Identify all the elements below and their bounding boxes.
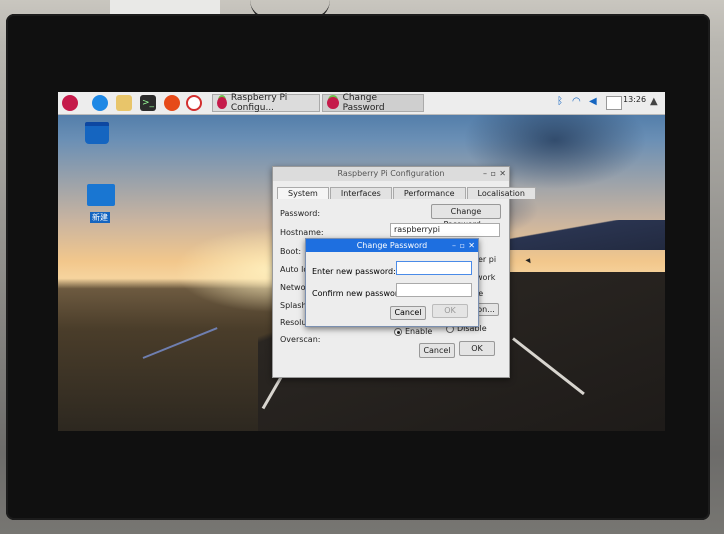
autologin-label: Auto lo bbox=[280, 265, 309, 274]
web-browser-icon[interactable] bbox=[92, 95, 108, 111]
overscan-label: Overscan: bbox=[280, 335, 321, 344]
folder-label[interactable]: 新建 bbox=[90, 212, 110, 223]
close-icon[interactable]: ✕ bbox=[499, 167, 506, 181]
new-password-label: Enter new password: bbox=[312, 267, 396, 276]
volume-icon[interactable]: ◀ bbox=[589, 96, 597, 107]
terminal-icon[interactable]: >_ bbox=[140, 95, 156, 111]
confirm-password-label: Confirm new password: bbox=[312, 289, 406, 298]
maximize-icon[interactable]: ▫ bbox=[491, 167, 496, 181]
minimize-icon[interactable]: – bbox=[483, 167, 487, 181]
hostname-field[interactable]: raspberrypi bbox=[390, 223, 500, 237]
dialog-title: Raspberry Pi Configuration bbox=[337, 169, 445, 178]
folder-icon[interactable] bbox=[87, 184, 115, 206]
confirm-password-input[interactable] bbox=[396, 283, 472, 297]
task-label: Change Password bbox=[342, 93, 385, 113]
tab-bar: System Interfaces Performance Localisati… bbox=[277, 187, 537, 199]
tab-interfaces[interactable]: Interfaces bbox=[329, 187, 392, 199]
taskbar: >_ Raspberry Pi Configu... Change Passwo… bbox=[58, 92, 665, 115]
raspberry-icon bbox=[327, 97, 339, 109]
splash-label: Splash bbox=[280, 301, 307, 310]
change-password-title: Change Password bbox=[356, 241, 428, 250]
change-password-button[interactable]: Change Password... bbox=[431, 204, 501, 229]
change-password-dialog: Change Password – ▫ ✕ Enter new password… bbox=[305, 238, 479, 327]
raspberry-menu-icon[interactable] bbox=[62, 95, 78, 111]
file-manager-icon[interactable] bbox=[116, 95, 132, 111]
trash-icon[interactable] bbox=[85, 122, 109, 144]
desktop-screen: >_ Raspberry Pi Configu... Change Passwo… bbox=[58, 92, 665, 431]
taskbar-task-configuration[interactable]: Raspberry Pi Configu... bbox=[212, 93, 320, 113]
maximize-icon[interactable]: ▫ bbox=[460, 239, 465, 252]
config-cancel-button[interactable]: Cancel bbox=[419, 343, 455, 358]
eject-icon[interactable]: ▲ bbox=[650, 96, 658, 107]
wolfram-icon[interactable] bbox=[186, 95, 202, 111]
tab-performance[interactable]: Performance bbox=[392, 187, 466, 199]
cpu-monitor-icon[interactable] bbox=[606, 96, 622, 110]
configuration-titlebar[interactable]: Raspberry Pi Configuration – ▫ ✕ bbox=[273, 167, 509, 181]
change-password-titlebar[interactable]: Change Password – ▫ ✕ bbox=[306, 239, 478, 252]
mouse-cursor bbox=[525, 256, 533, 264]
bluetooth-icon[interactable]: ᛒ bbox=[557, 96, 563, 107]
overscan-enable-radio[interactable] bbox=[394, 328, 402, 336]
password-cancel-button[interactable]: Cancel bbox=[390, 306, 426, 320]
password-ok-button[interactable]: OK bbox=[432, 304, 468, 318]
wifi-icon[interactable]: ◠ bbox=[572, 96, 581, 107]
close-icon[interactable]: ✕ bbox=[468, 239, 475, 252]
config-ok-button[interactable]: OK bbox=[459, 341, 495, 356]
boot-label: Boot: bbox=[280, 247, 302, 256]
road-line-far bbox=[142, 327, 218, 359]
minimize-icon[interactable]: – bbox=[452, 239, 456, 252]
tab-system[interactable]: System bbox=[277, 187, 329, 199]
task-label: Raspberry Pi Configu... bbox=[230, 93, 288, 113]
hostname-label: Hostname: bbox=[280, 228, 324, 237]
resolution-label: Resolu bbox=[280, 318, 307, 327]
clock[interactable]: 13:26 bbox=[623, 95, 646, 104]
mathematica-icon[interactable] bbox=[164, 95, 180, 111]
boot-option-fragment: er pi bbox=[478, 255, 497, 264]
raspberry-icon bbox=[217, 97, 227, 109]
password-label: Password: bbox=[280, 209, 321, 218]
overscan-enable-label[interactable]: Enable bbox=[405, 327, 432, 336]
new-password-input[interactable] bbox=[396, 261, 472, 275]
tab-localisation[interactable]: Localisation bbox=[466, 187, 536, 199]
taskbar-task-change-password[interactable]: Change Password bbox=[322, 93, 424, 113]
